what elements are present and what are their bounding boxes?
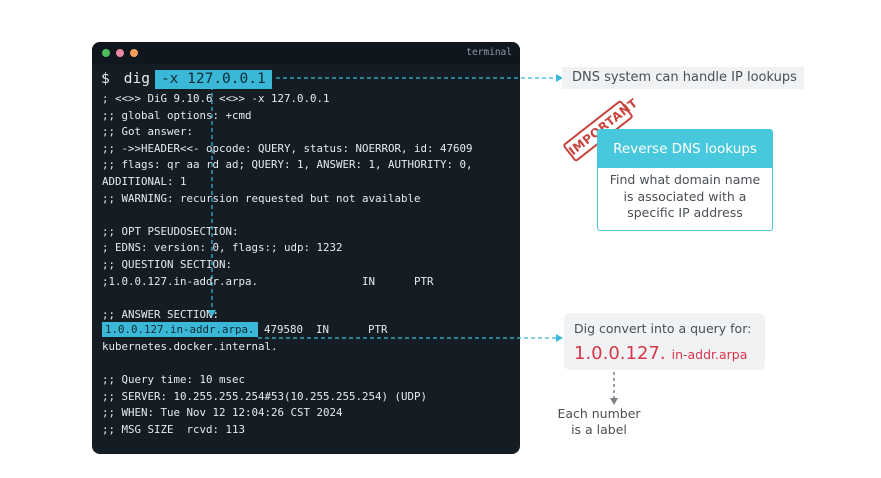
label-note: Each number is a label: [557, 406, 641, 437]
query-value: 1.0.0.127. in-addr.arpa: [574, 343, 747, 364]
reverse-dns-card: Reverse DNS lookups Find what domain nam…: [597, 129, 773, 231]
arrow-down-icon: [610, 398, 618, 405]
query-card: Dig convert into a query for: 1.0.0.127.…: [564, 313, 765, 370]
query-suffix: in-addr.arpa: [671, 347, 748, 362]
arrow-down-icon: [208, 310, 216, 317]
query-label: Dig convert into a query for:: [574, 321, 752, 336]
reverse-dns-description: Find what domain name is associated with…: [609, 172, 761, 220]
query-ip: 1.0.0.127.: [574, 343, 666, 364]
reverse-dns-title: Reverse DNS lookups: [598, 130, 772, 168]
ip-lookup-callout: DNS system can handle IP lookups: [562, 67, 804, 89]
arrow-right-icon: [556, 334, 563, 342]
